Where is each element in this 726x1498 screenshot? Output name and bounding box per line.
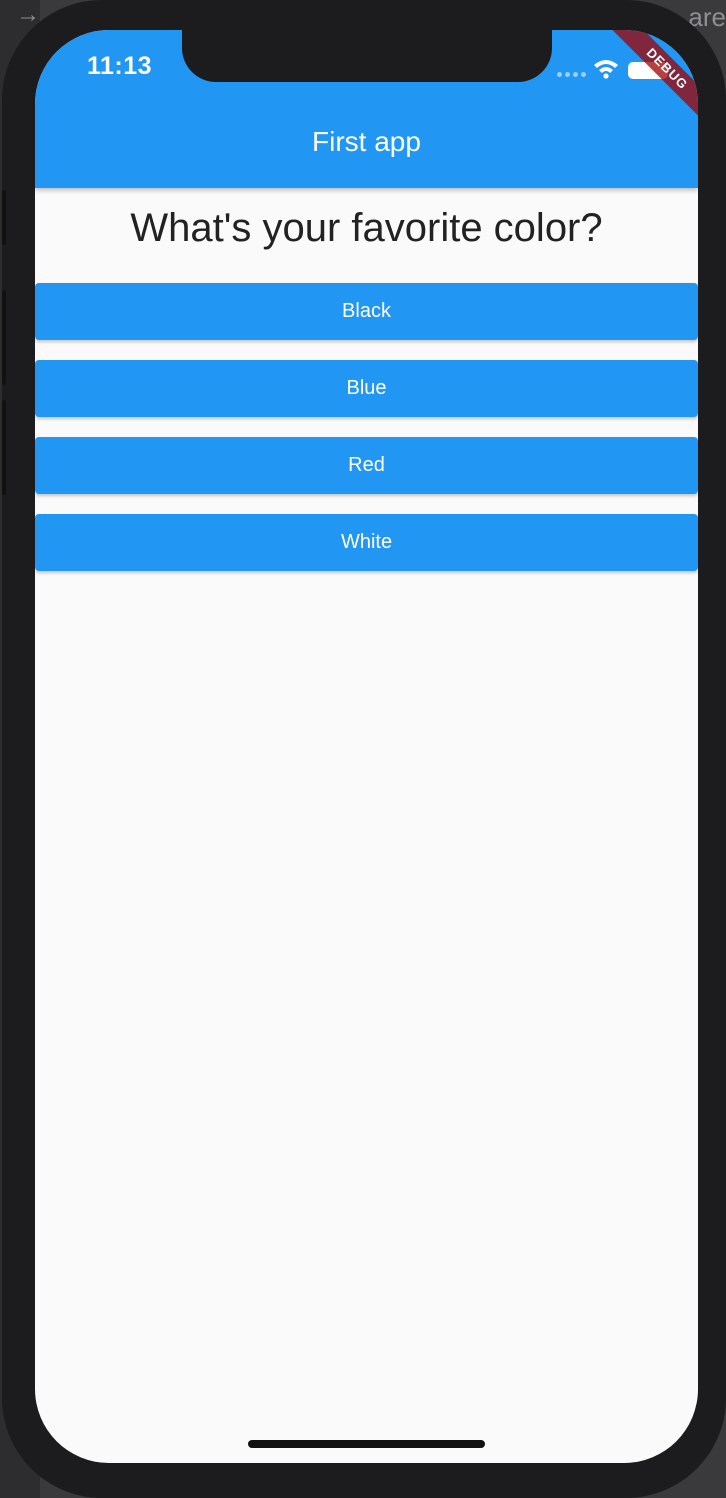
- wifi-icon: [594, 60, 618, 79]
- phone-frame: 11:13 First app DEBUG What's your favori…: [2, 0, 726, 1498]
- volume-down-button: [2, 400, 6, 495]
- answer-button-black[interactable]: Black: [35, 283, 698, 340]
- app-title: First app: [312, 126, 421, 157]
- silent-switch: [2, 190, 6, 245]
- answer-button-white[interactable]: White: [35, 514, 698, 571]
- status-time: 11:13: [87, 52, 153, 80]
- volume-up-button: [2, 290, 6, 385]
- device-notch: [182, 30, 552, 82]
- answer-button-blue[interactable]: Blue: [35, 360, 698, 417]
- answer-button-red[interactable]: Red: [35, 437, 698, 494]
- signal-dots-icon: [557, 72, 586, 77]
- home-indicator[interactable]: [248, 1440, 485, 1448]
- app-screen: 11:13 First app DEBUG What's your favori…: [35, 30, 698, 1463]
- question-text: What's your favorite color?: [130, 206, 603, 250]
